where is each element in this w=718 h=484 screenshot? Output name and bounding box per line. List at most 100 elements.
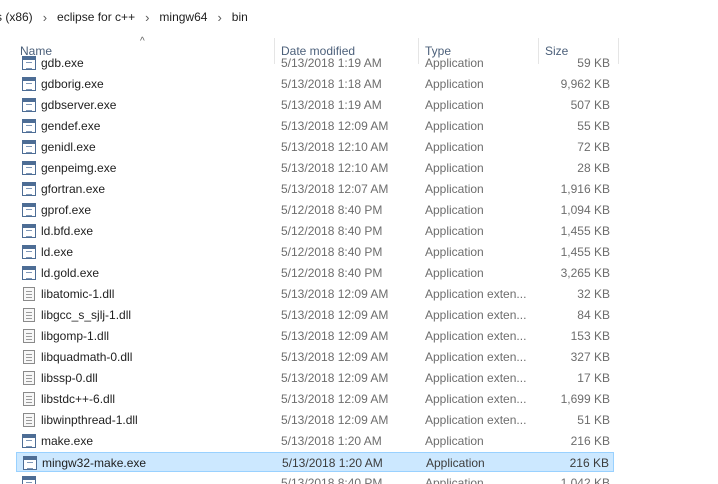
file-type: Application exten...	[425, 308, 527, 322]
exe-icon	[22, 245, 36, 259]
file-name: libquadmath-0.dll	[41, 350, 133, 364]
file-size: 1,455 KB	[560, 224, 610, 238]
file-name: ld.gold.exe	[41, 266, 100, 280]
file-name: libgcc_s_sjlj-1.dll	[41, 308, 132, 322]
file-name: gprof.exe	[41, 203, 92, 217]
file-date-modified: 5/12/2018 8:40 PM	[281, 266, 383, 280]
file-name: libssp-0.dll	[41, 371, 98, 385]
exe-icon	[22, 203, 36, 217]
file-size: 51 KB	[577, 413, 610, 427]
file-type: Application	[426, 456, 485, 470]
file-size: 3,265 KB	[560, 266, 610, 280]
file-date-modified: 5/13/2018 12:09 AM	[281, 287, 389, 301]
file-name: ld.exe	[41, 245, 74, 259]
file-size: 59 KB	[577, 56, 610, 70]
exe-icon	[22, 119, 36, 133]
file-name: gdb.exe	[41, 56, 84, 70]
exe-icon	[22, 266, 36, 280]
file-name: libgomp-1.dll	[41, 329, 110, 343]
file-size: 84 KB	[577, 308, 610, 322]
file-name: gfortran.exe	[41, 182, 106, 196]
file-name: gdborig.exe	[41, 77, 104, 91]
file-size: 1,455 KB	[560, 245, 610, 259]
dll-icon	[23, 392, 35, 406]
file-size: 153 KB	[570, 329, 610, 343]
file-row[interactable]: libssp-0.dll 5/13/2018 12:09 AM Applicatio…	[16, 368, 614, 388]
exe-icon	[23, 456, 37, 470]
file-date-modified: 5/12/2018 8:40 PM	[281, 203, 383, 217]
file-row[interactable]: genidl.exe 5/13/2018 12:10 AM Application 7…	[16, 137, 614, 157]
file-name: mingw32-make.exe	[42, 456, 147, 470]
file-type: Application	[425, 224, 484, 238]
sort-ascending-icon: ^	[140, 36, 145, 47]
file-row[interactable]: gdbserver.exe 5/13/2018 1:19 AM Applicatio…	[16, 95, 614, 115]
chevron-right-icon[interactable]: ›	[217, 10, 221, 25]
file-row[interactable]: libgcc_s_sjlj-1.dll 5/13/2018 12:09 AM App…	[16, 305, 614, 325]
file-size: 1,094 KB	[560, 203, 610, 217]
file-row[interactable]: gendef.exe 5/13/2018 12:09 AM Application 5…	[16, 116, 614, 136]
file-size: 9,962 KB	[560, 77, 610, 91]
file-size: 1,699 KB	[560, 392, 610, 406]
exe-icon	[22, 140, 36, 154]
file-type: Application	[425, 161, 484, 175]
file-row[interactable]: mingw32-make.exe 5/13/2018 1:20 AM Applica…	[16, 452, 614, 472]
exe-icon	[22, 182, 36, 196]
file-type: Application	[425, 203, 484, 217]
file-row[interactable]: 5/13/2018 8:40 PM Application 1,042 KB	[16, 473, 614, 484]
file-row[interactable]: ld.bfd.exe 5/12/2018 8:40 PM Application 1,…	[16, 221, 614, 241]
file-size: 17 KB	[577, 371, 610, 385]
file-date-modified: 5/13/2018 12:07 AM	[281, 182, 389, 196]
file-type: Application exten...	[425, 371, 527, 385]
file-date-modified: 5/13/2018 12:09 AM	[281, 371, 389, 385]
file-row[interactable]: gprof.exe 5/12/2018 8:40 PM Application 1,0…	[16, 200, 614, 220]
file-date-modified: 5/13/2018 12:09 AM	[281, 392, 389, 406]
file-date-modified: 5/13/2018 12:09 AM	[281, 119, 389, 133]
dll-icon	[23, 350, 35, 364]
file-name: genpeimg.exe	[41, 161, 117, 175]
breadcrumb-item-eclipse[interactable]: eclipse for c++	[57, 10, 135, 24]
file-type: Application	[425, 476, 484, 484]
file-row[interactable]: make.exe 5/13/2018 1:20 AM Application 216 …	[16, 431, 614, 451]
chevron-right-icon[interactable]: ›	[145, 10, 149, 25]
dll-icon	[23, 287, 35, 301]
file-row[interactable]: libquadmath-0.dll 5/13/2018 12:09 AM Appli…	[16, 347, 614, 367]
file-row[interactable]: gdb.exe 5/13/2018 1:19 AM Application 59 KB	[16, 55, 614, 73]
file-size: 1,916 KB	[560, 182, 610, 196]
file-size: 507 KB	[570, 98, 610, 112]
file-name: libatomic-1.dll	[41, 287, 115, 301]
breadcrumb-item-bin[interactable]: bin	[232, 10, 248, 24]
exe-icon	[22, 224, 36, 238]
file-row[interactable]: gfortran.exe 5/13/2018 12:07 AM Applicatio…	[16, 179, 614, 199]
chevron-right-icon[interactable]: ›	[43, 10, 47, 25]
file-type: Application exten...	[425, 413, 527, 427]
file-date-modified: 5/13/2018 12:09 AM	[281, 308, 389, 322]
file-row[interactable]: libwinpthread-1.dll 5/13/2018 12:09 AM App…	[16, 410, 614, 430]
file-row[interactable]: ld.exe 5/12/2018 8:40 PM Application 1,455 …	[16, 242, 614, 262]
file-row[interactable]: gdborig.exe 5/13/2018 1:18 AM Application 9…	[16, 74, 614, 94]
file-type: Application	[425, 98, 484, 112]
exe-icon	[22, 476, 36, 484]
file-name: gendef.exe	[41, 119, 101, 133]
file-name: genidl.exe	[41, 140, 96, 154]
breadcrumb-item-program-files[interactable]: s (x86)	[0, 10, 33, 24]
file-name: gdbserver.exe	[41, 98, 117, 112]
file-type: Application	[425, 119, 484, 133]
file-date-modified: 5/13/2018 1:20 AM	[282, 456, 383, 470]
file-type: Application exten...	[425, 287, 527, 301]
file-size: 72 KB	[577, 140, 610, 154]
file-type: Application	[425, 266, 484, 280]
file-type: Application exten...	[425, 329, 527, 343]
file-row[interactable]: libatomic-1.dll 5/13/2018 12:09 AM Applica…	[16, 284, 614, 304]
file-row[interactable]: libstdc++-6.dll 5/13/2018 12:09 AM Applica…	[16, 389, 614, 409]
file-list: gdb.exe 5/13/2018 1:19 AM Application 59 KB…	[0, 55, 718, 484]
file-type: Application	[425, 77, 484, 91]
file-size: 216 KB	[569, 456, 609, 470]
file-type: Application	[425, 434, 484, 448]
file-row[interactable]: libgomp-1.dll 5/13/2018 12:09 AM Applicati…	[16, 326, 614, 346]
file-row[interactable]: ld.gold.exe 5/12/2018 8:40 PM Application 3…	[16, 263, 614, 283]
file-name: libwinpthread-1.dll	[41, 413, 138, 427]
file-date-modified: 5/13/2018 1:20 AM	[281, 434, 382, 448]
file-row[interactable]: genpeimg.exe 5/13/2018 12:10 AM Applicatio…	[16, 158, 614, 178]
exe-icon	[22, 434, 36, 448]
breadcrumb-item-mingw64[interactable]: mingw64	[159, 10, 207, 24]
